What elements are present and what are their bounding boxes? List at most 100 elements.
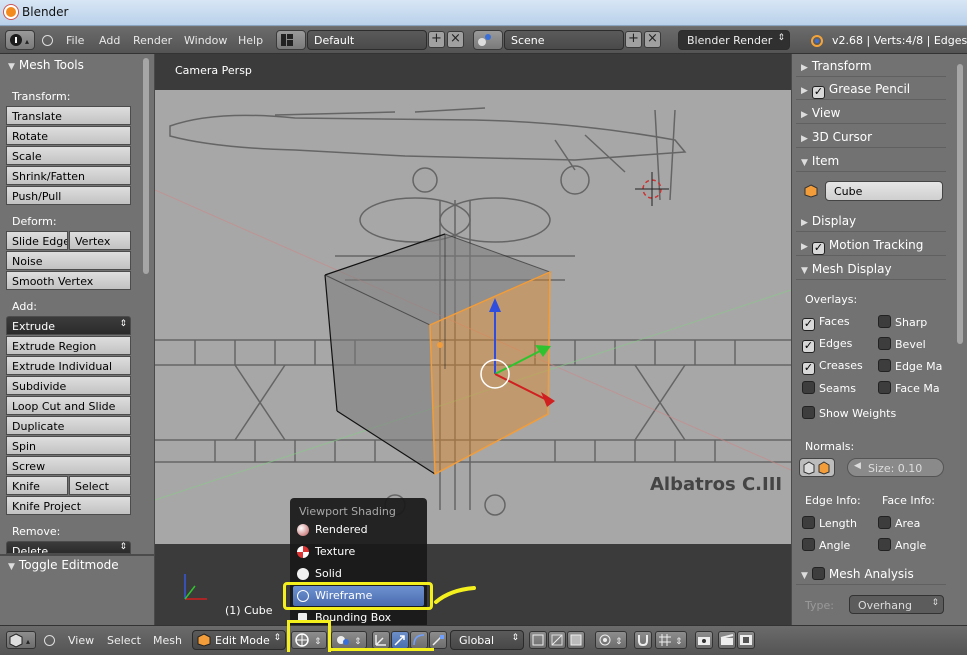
- overlay-creases-option[interactable]: ✓ Creases: [802, 359, 863, 375]
- mesh-display-panel-header[interactable]: ▼ Mesh Display: [796, 258, 946, 280]
- spin-button[interactable]: Spin: [6, 436, 131, 455]
- grease-pencil-checkbox[interactable]: ✓: [811, 86, 825, 99]
- loop-cut-button[interactable]: Loop Cut and Slide: [6, 396, 131, 415]
- render-layers-button[interactable]: [737, 631, 755, 649]
- checkbox[interactable]: ✓: [802, 362, 815, 375]
- display-panel-header[interactable]: ▶ Display: [796, 210, 946, 232]
- motion-tracking-checkbox[interactable]: ✓: [811, 242, 825, 255]
- edge-length-option[interactable]: Length: [802, 516, 857, 530]
- duplicate-button[interactable]: Duplicate: [6, 416, 131, 435]
- shading-rendered-item[interactable]: Rendered: [293, 520, 424, 540]
- menu-mesh[interactable]: Mesh: [153, 634, 182, 647]
- noise-button[interactable]: Noise: [6, 251, 131, 270]
- checkbox[interactable]: ✓: [802, 318, 815, 331]
- subdivide-button[interactable]: Subdivide: [6, 376, 131, 395]
- analysis-type-select[interactable]: Overhang ⇕: [849, 595, 944, 614]
- proportional-edit-button[interactable]: ⇕: [595, 631, 627, 649]
- overlay-edge-marks-option[interactable]: Edge Ma: [878, 359, 942, 373]
- motion-tracking-panel-header[interactable]: ▶ ✓ Motion Tracking: [796, 234, 946, 256]
- scene-name-field[interactable]: Scene: [504, 30, 624, 50]
- collapse-menus-icon[interactable]: [44, 635, 55, 646]
- object-name-field[interactable]: Cube: [825, 181, 943, 201]
- scale-manipulator-button[interactable]: [429, 631, 447, 649]
- toggle-editmode-panel-header[interactable]: ▼ Toggle Editmode: [8, 558, 119, 572]
- screw-button[interactable]: Screw: [6, 456, 131, 475]
- shrink-fatten-button[interactable]: Shrink/Fatten: [6, 166, 131, 185]
- snap-element-button[interactable]: ⇕: [655, 631, 687, 649]
- checkbox[interactable]: [802, 381, 815, 394]
- chevron-left-icon[interactable]: ◀: [854, 461, 861, 471]
- knife-project-button[interactable]: Knife Project: [6, 496, 131, 515]
- item-panel-header[interactable]: ▼ Item: [796, 150, 946, 172]
- extrude-select[interactable]: Extrude ⇕: [6, 316, 131, 335]
- vertex-select-mode-button[interactable]: [529, 631, 547, 649]
- push-pull-button[interactable]: Push/Pull: [6, 186, 131, 205]
- view-panel-header[interactable]: ▶ View: [796, 102, 946, 124]
- delete-select[interactable]: Delete ⇕: [6, 541, 131, 554]
- checkbox[interactable]: [802, 406, 815, 419]
- overlay-sharp-option[interactable]: Sharp: [878, 315, 927, 329]
- render-engine-select[interactable]: Blender Render ⇕: [678, 30, 790, 50]
- transform-orientation-select[interactable]: Global ⇕: [450, 630, 524, 650]
- checkbox[interactable]: [878, 315, 891, 328]
- face-area-option[interactable]: Area: [878, 516, 920, 530]
- remove-layout-button[interactable]: ×: [447, 31, 464, 48]
- transform-panel-header[interactable]: ▶ Transform: [796, 55, 946, 77]
- tool-shelf-scrollbar[interactable]: [143, 58, 149, 274]
- checkbox[interactable]: [878, 381, 891, 394]
- 3d-viewport[interactable]: Camera Persp Albatros C.III (1) Cube: [155, 54, 791, 625]
- checkbox[interactable]: [878, 538, 891, 551]
- add-scene-button[interactable]: +: [625, 31, 642, 48]
- extrude-individual-button[interactable]: Extrude Individual: [6, 356, 131, 375]
- grease-pencil-panel-header[interactable]: ▶ ✓ Grease Pencil: [796, 78, 946, 100]
- layout-browse-button[interactable]: [276, 30, 306, 50]
- snap-toggle-button[interactable]: [634, 631, 652, 649]
- shading-solid-item[interactable]: Solid: [293, 564, 424, 584]
- editor-type-button[interactable]: ▴: [6, 631, 36, 649]
- shading-texture-item[interactable]: Texture: [293, 542, 424, 562]
- cube-mesh[interactable]: [155, 54, 791, 625]
- mesh-analysis-panel-header[interactable]: ▼ Mesh Analysis: [796, 563, 946, 585]
- slide-vertex-button[interactable]: Vertex: [69, 231, 131, 250]
- overlay-faces-option[interactable]: ✓ Faces: [802, 315, 850, 331]
- checkbox[interactable]: [878, 337, 891, 350]
- menu-render[interactable]: Render: [133, 34, 172, 47]
- checkbox[interactable]: [878, 359, 891, 372]
- mesh-tools-panel-header[interactable]: ▼ Mesh Tools: [8, 58, 84, 72]
- translate-button[interactable]: Translate: [6, 106, 131, 125]
- menu-add[interactable]: Add: [99, 34, 120, 47]
- manipulator-toggle-button[interactable]: [372, 631, 390, 649]
- scene-browse-button[interactable]: [473, 30, 503, 50]
- properties-scrollbar[interactable]: [957, 64, 963, 344]
- edge-angle-option[interactable]: Angle: [802, 538, 850, 552]
- smooth-vertex-button[interactable]: Smooth Vertex: [6, 271, 131, 290]
- face-angle-option[interactable]: Angle: [878, 538, 926, 552]
- 3d-cursor-panel-header[interactable]: ▶ 3D Cursor: [796, 126, 946, 148]
- overlay-face-marks-option[interactable]: Face Ma: [878, 381, 940, 395]
- scale-button[interactable]: Scale: [6, 146, 131, 165]
- checkbox[interactable]: [802, 516, 815, 529]
- add-layout-button[interactable]: +: [428, 31, 445, 48]
- face-select-mode-button[interactable]: [567, 631, 585, 649]
- overlay-bevel-option[interactable]: Bevel: [878, 337, 926, 351]
- render-opengl-button[interactable]: [695, 631, 713, 649]
- pivot-point-button[interactable]: ⇕: [331, 631, 367, 649]
- interaction-mode-select[interactable]: Edit Mode ⇕: [192, 630, 286, 650]
- menu-view[interactable]: View: [68, 634, 94, 647]
- edge-select-mode-button[interactable]: [548, 631, 566, 649]
- checkbox[interactable]: ✓: [802, 340, 815, 353]
- mesh-analysis-checkbox[interactable]: [811, 567, 825, 580]
- knife-select-button[interactable]: Select: [69, 476, 131, 495]
- normals-toggle-group[interactable]: [799, 458, 835, 477]
- menu-file[interactable]: File: [66, 34, 84, 47]
- collapse-menus-icon[interactable]: [42, 35, 53, 46]
- overlay-edges-option[interactable]: ✓ Edges: [802, 337, 852, 353]
- show-weights-option[interactable]: Show Weights: [802, 406, 896, 420]
- editor-type-button[interactable]: ▴: [5, 30, 35, 50]
- checkbox[interactable]: [802, 538, 815, 551]
- menu-select[interactable]: Select: [107, 634, 141, 647]
- translate-manipulator-button[interactable]: [391, 631, 409, 649]
- knife-button[interactable]: Knife: [6, 476, 68, 495]
- menu-window[interactable]: Window: [184, 34, 227, 47]
- rotate-manipulator-button[interactable]: [410, 631, 428, 649]
